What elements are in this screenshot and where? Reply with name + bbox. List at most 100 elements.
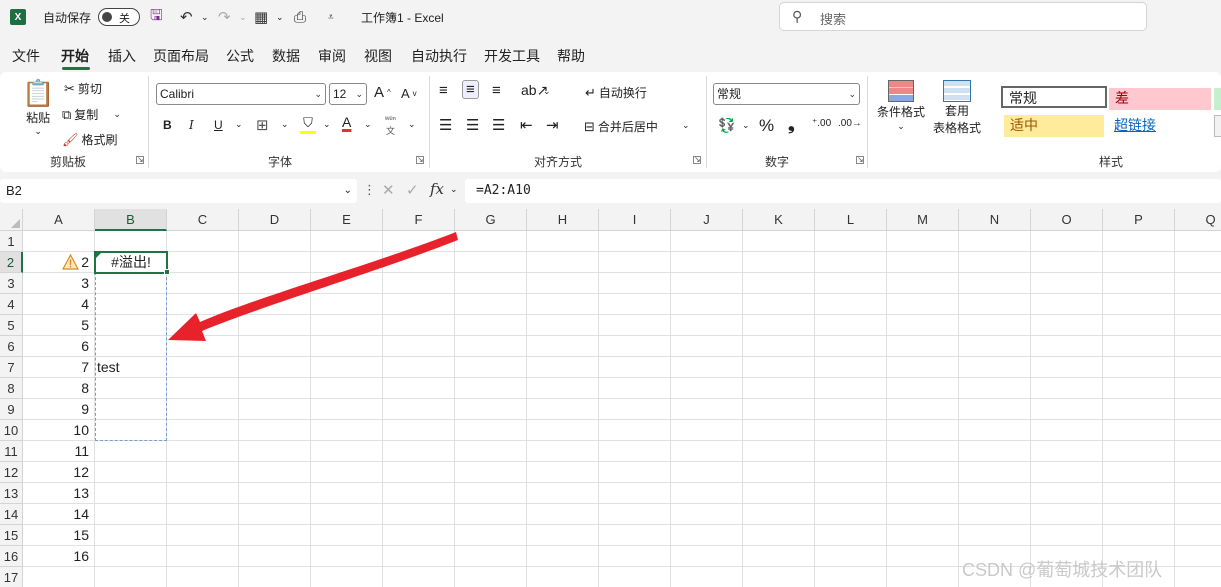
row-header-7[interactable]: 7 (0, 357, 23, 378)
column-header-k[interactable]: K (743, 209, 815, 231)
cell-a2[interactable]: 2 (25, 252, 89, 273)
warning-icon[interactable] (62, 254, 79, 270)
alignment-launcher-icon[interactable]: ↘ (693, 156, 701, 164)
cell-a5[interactable]: 5 (25, 315, 89, 336)
column-header-b[interactable]: B (95, 209, 167, 231)
borders-dropdown-icon[interactable]: ⌄ (281, 119, 289, 130)
cancel-icon[interactable]: ✕ (382, 181, 395, 199)
cell-a17[interactable] (25, 567, 89, 587)
column-header-d[interactable]: D (239, 209, 311, 231)
more-icon[interactable]: ⋮ (363, 182, 376, 198)
form-dropdown-icon[interactable]: ⌄ (276, 0, 284, 34)
cell-a3[interactable]: 3 (25, 273, 89, 294)
row-header-2[interactable]: 2 (0, 252, 23, 273)
column-header-f[interactable]: F (383, 209, 455, 231)
cell-a9[interactable]: 9 (25, 399, 89, 420)
style-hyperlink[interactable]: 超链接 (1108, 115, 1208, 137)
format-as-table-button[interactable]: 套用 表格格式 (933, 80, 981, 136)
style-normal[interactable]: 常规 (1001, 86, 1107, 108)
row-header-11[interactable]: 11 (0, 441, 23, 462)
accounting-format-icon[interactable]: 💱 (718, 117, 735, 134)
tab-automate[interactable]: 自动执行 (411, 46, 467, 66)
percent-button[interactable]: % (759, 116, 774, 136)
form-icon[interactable]: ▦ (254, 0, 268, 34)
tab-view[interactable]: 视图 (364, 46, 392, 66)
copy-button[interactable]: ⧉ 复制 ⌄ (62, 106, 121, 123)
font-launcher-icon[interactable]: ↘ (416, 156, 424, 164)
underline-button[interactable]: U (214, 118, 223, 132)
fill-dropdown-icon[interactable]: ⌄ (323, 119, 331, 130)
redo-icon[interactable]: ↷ (218, 0, 231, 34)
row-header-1[interactable]: 1 (0, 231, 23, 252)
comma-style-button[interactable]: ❟ (788, 115, 795, 135)
tab-page-layout[interactable]: 页面布局 (153, 46, 209, 66)
cell-a6[interactable]: 6 (25, 336, 89, 357)
underline-dropdown-icon[interactable]: ⌄ (235, 119, 243, 130)
align-middle-icon[interactable]: ≡ (462, 80, 479, 99)
worksheet-grid[interactable]: A B C D E F G H I J K L M N O P Q 1 2 2 3 3 4 4 5 5 6 6 7 7 8 8 9 9 10 10 11… (0, 209, 1221, 587)
row-header-12[interactable]: 12 (0, 462, 23, 483)
save-icon[interactable]: 🖫 (150, 0, 163, 34)
column-header-e[interactable]: E (311, 209, 383, 231)
number-launcher-icon[interactable]: ↘ (856, 156, 864, 164)
cell-a15[interactable]: 15 (25, 525, 89, 546)
tab-developer[interactable]: 开发工具 (484, 46, 540, 66)
cell-a16[interactable]: 16 (25, 546, 89, 567)
align-center-icon[interactable]: ☰ (466, 116, 479, 134)
conditional-format-button[interactable]: 条件格式 ⌄ (877, 80, 925, 132)
row-header-6[interactable]: 6 (0, 336, 23, 357)
font-color-dropdown-icon[interactable]: ⌄ (364, 119, 372, 130)
cell-a7[interactable]: 7 (25, 357, 89, 378)
row-header-14[interactable]: 14 (0, 504, 23, 525)
cell-b2[interactable]: #溢出! (94, 251, 168, 274)
row-header-9[interactable]: 9 (0, 399, 23, 420)
enter-icon[interactable]: ✓ (406, 181, 419, 199)
undo-dropdown-icon[interactable]: ⌄ (201, 0, 209, 34)
font-size-combo[interactable]: 12 ⌄ (329, 83, 367, 105)
tab-help[interactable]: 帮助 (557, 46, 585, 66)
row-header-4[interactable]: 4 (0, 294, 23, 315)
column-header-m[interactable]: M (887, 209, 959, 231)
column-header-l[interactable]: L (815, 209, 887, 231)
row-header-17[interactable]: 17 (0, 567, 23, 587)
cell-a4[interactable]: 4 (25, 294, 89, 315)
column-header-h[interactable]: H (527, 209, 599, 231)
align-bottom-icon[interactable]: ≡ (492, 82, 501, 99)
italic-button[interactable]: I (189, 118, 194, 132)
autosave-toggle[interactable]: 关 (98, 8, 140, 26)
row-header-13[interactable]: 13 (0, 483, 23, 504)
tab-file[interactable]: 文件 (12, 46, 40, 66)
function-dropdown-icon[interactable]: ⌄ (450, 184, 458, 195)
search-box[interactable]: ⚲ 搜索 (779, 2, 1147, 31)
clipboard-launcher-icon[interactable]: ↘ (136, 156, 144, 164)
name-box[interactable]: B2 ⌄ (0, 179, 357, 203)
increase-decimal-icon[interactable]: ⁺.00 (812, 118, 831, 129)
undo-icon[interactable]: ↶ (180, 0, 193, 34)
paste-button[interactable]: 📋 粘贴 ⌄ (22, 78, 54, 137)
tab-insert[interactable]: 插入 (108, 46, 136, 66)
cell-a1[interactable] (25, 231, 89, 252)
tab-formulas[interactable]: 公式 (226, 46, 254, 66)
style-more[interactable] (1214, 115, 1221, 137)
number-format-combo[interactable]: 常规 ⌄ (713, 83, 860, 105)
cell-a12[interactable]: 12 (25, 462, 89, 483)
row-header-8[interactable]: 8 (0, 378, 23, 399)
wrap-text-button[interactable]: ↵ 自动换行 (585, 84, 647, 101)
tab-data[interactable]: 数据 (272, 46, 300, 66)
fill-handle[interactable] (164, 269, 170, 275)
borders-icon[interactable]: ⊞ (256, 116, 269, 134)
align-left-icon[interactable]: ☰ (439, 116, 452, 134)
column-header-i[interactable]: I (599, 209, 671, 231)
row-header-5[interactable]: 5 (0, 315, 23, 336)
decrease-font-icon[interactable]: Av (401, 86, 417, 101)
cell-a8[interactable]: 8 (25, 378, 89, 399)
row-header-16[interactable]: 16 (0, 546, 23, 567)
tab-home[interactable]: 开始 (61, 46, 89, 66)
phonetic-icon[interactable]: ʷᵉⁿ 文 (385, 114, 396, 137)
merge-center-button[interactable]: ⊟ 合并后居中 (584, 118, 658, 135)
cell-b7[interactable]: test (97, 357, 120, 378)
increase-font-icon[interactable]: A ^ (374, 84, 391, 101)
column-header-p[interactable]: P (1103, 209, 1175, 231)
align-top-icon[interactable]: ≡ (439, 82, 448, 99)
fill-color-button[interactable]: ⛉ (300, 115, 316, 134)
